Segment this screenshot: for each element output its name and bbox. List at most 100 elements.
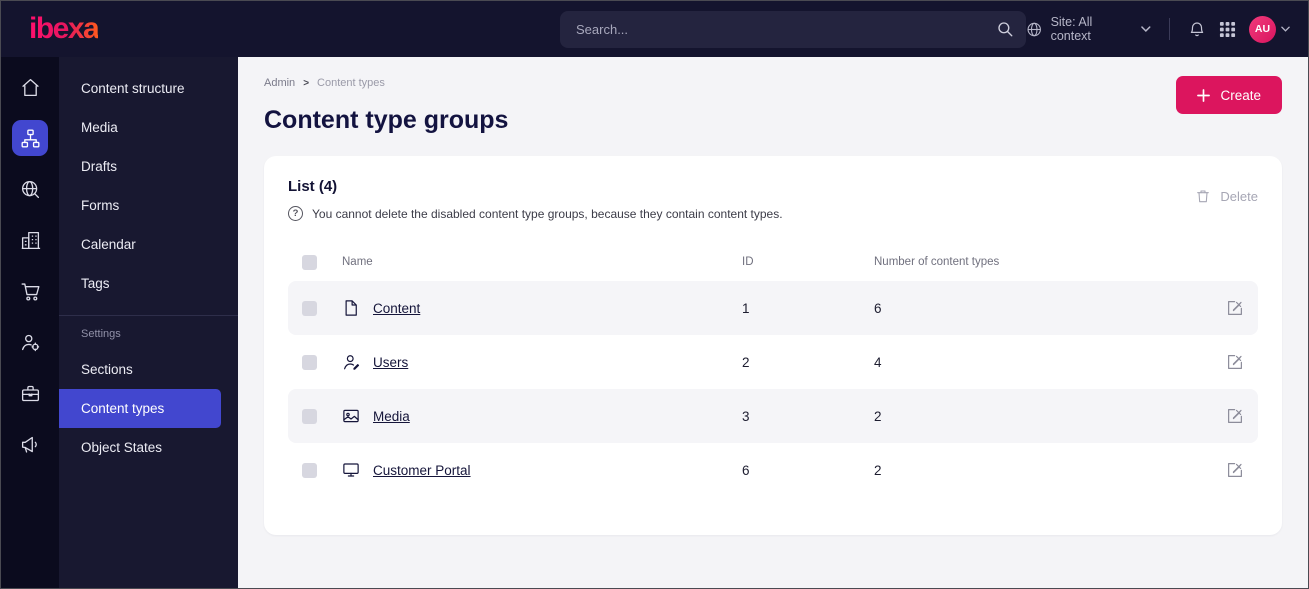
- delete-button[interactable]: Delete: [1195, 188, 1258, 204]
- group-link[interactable]: Users: [373, 355, 408, 370]
- monitor-icon: [342, 461, 360, 479]
- list-block: List (4) ? You cannot delete the disable…: [288, 178, 783, 221]
- toolbox-icon: [21, 385, 39, 401]
- app-switcher-button[interactable]: [1219, 21, 1236, 38]
- globe-icon: [1027, 22, 1042, 36]
- create-button[interactable]: Create: [1176, 76, 1282, 114]
- site-context-selector[interactable]: Site: All context: [1026, 15, 1151, 43]
- trash-icon: [1197, 190, 1210, 203]
- breadcrumb-admin[interactable]: Admin: [264, 77, 295, 89]
- body: Content structure Media Drafts Forms Cal…: [1, 57, 1308, 588]
- row-checkbox[interactable]: [302, 462, 317, 478]
- notifications-button[interactable]: [1188, 20, 1206, 38]
- ibexa-admin-window: ibexa Site: All context: [0, 0, 1309, 589]
- name-cell: Customer Portal: [342, 461, 742, 479]
- group-count: 6: [874, 300, 882, 316]
- group-link[interactable]: Media: [373, 409, 410, 424]
- page-title: Content type groups: [264, 106, 509, 134]
- ibexa-logo: ibexa: [29, 12, 100, 45]
- content-type-groups-card: List (4) ? You cannot delete the disable…: [264, 156, 1282, 535]
- column-header-id: ID: [742, 256, 754, 268]
- sidebar-item-object-states[interactable]: Object States: [59, 428, 238, 467]
- content-type-groups-table: Name ID Number of content types Content: [288, 243, 1258, 497]
- content-structure-icon: [21, 129, 39, 147]
- row-checkbox[interactable]: [302, 408, 317, 424]
- list-title: List (4): [288, 178, 338, 195]
- rail-workflow[interactable]: [12, 375, 48, 411]
- rail-admin[interactable]: [12, 324, 48, 360]
- topbar: ibexa Site: All context: [1, 1, 1308, 57]
- row-checkbox[interactable]: [302, 354, 317, 370]
- delete-button-label: Delete: [1220, 188, 1258, 204]
- sidebar-item-label: Calendar: [81, 237, 136, 252]
- sidebar-item-media[interactable]: Media: [59, 108, 238, 147]
- sidebar-item-label: Media: [81, 120, 118, 135]
- group-count: 2: [874, 462, 882, 478]
- sidebar-item-tags[interactable]: Tags: [59, 264, 238, 303]
- rail-product-catalog[interactable]: [12, 222, 48, 258]
- chevron-down-icon: [1141, 26, 1151, 32]
- group-id: 6: [742, 462, 750, 478]
- site-context-label: Site: All context: [1050, 15, 1093, 43]
- chevron-down-icon: [1281, 26, 1290, 32]
- edit-icon: [1228, 409, 1242, 423]
- icon-rail: [1, 57, 59, 588]
- search-input[interactable]: [576, 21, 997, 37]
- sidebar-item-label: Forms: [81, 198, 120, 213]
- edit-button[interactable]: [1226, 407, 1244, 425]
- rail-content-structure[interactable]: [12, 120, 48, 156]
- globe-search-icon: [21, 180, 39, 198]
- sidebar-item-label: Object States: [81, 440, 163, 455]
- name-cell: Content: [342, 299, 742, 317]
- image-icon: [342, 407, 360, 425]
- rail-search[interactable]: [12, 171, 48, 207]
- sidebar-item-content-types[interactable]: Content types: [59, 389, 221, 428]
- row-checkbox[interactable]: [302, 300, 317, 316]
- edit-icon: [1228, 463, 1242, 477]
- sidebar-item-calendar[interactable]: Calendar: [59, 225, 238, 264]
- global-search: [560, 10, 1027, 48]
- group-link[interactable]: Customer Portal: [373, 463, 471, 478]
- rail-home[interactable]: [12, 69, 48, 105]
- sidebar-item-drafts[interactable]: Drafts: [59, 147, 238, 186]
- sidebar-item-label: Content structure: [81, 81, 185, 96]
- edit-button[interactable]: [1226, 299, 1244, 317]
- sidebar-item-label: Drafts: [81, 159, 118, 174]
- breadcrumb-separator: >: [303, 77, 310, 89]
- group-count: 2: [874, 408, 882, 424]
- home-icon: [21, 78, 39, 96]
- rail-campaigns[interactable]: [12, 426, 48, 462]
- column-header-count: Number of content types: [874, 256, 1000, 268]
- sidebar-item-label: Tags: [81, 276, 110, 291]
- main-content: Admin > Content types Create Content typ…: [238, 57, 1308, 588]
- group-link[interactable]: Content: [373, 301, 420, 316]
- edit-button[interactable]: [1226, 353, 1244, 371]
- group-count: 4: [874, 354, 882, 370]
- admin-icon: [21, 334, 39, 351]
- sidebar-item-content-structure[interactable]: Content structure: [59, 69, 238, 108]
- table-row: Customer Portal 6 2: [288, 443, 1258, 497]
- edit-icon: [1228, 355, 1242, 369]
- topbar-right-cluster: Site: All context AU: [1026, 15, 1308, 43]
- rail-commerce[interactable]: [12, 273, 48, 309]
- file-icon: [342, 299, 360, 317]
- sidebar-item-sections[interactable]: Sections: [59, 350, 238, 389]
- name-cell: Users: [342, 353, 742, 371]
- user-icon: [342, 353, 360, 371]
- building-icon: [21, 231, 40, 249]
- user-menu[interactable]: AU: [1249, 15, 1290, 43]
- help-icon: ?: [288, 206, 303, 221]
- edit-button[interactable]: [1226, 461, 1244, 479]
- avatar: AU: [1249, 15, 1276, 43]
- group-id: 1: [742, 300, 750, 316]
- group-id: 2: [742, 354, 750, 370]
- sidebar-item-label: Sections: [81, 362, 133, 377]
- table-row: Users 2 4: [288, 335, 1258, 389]
- select-all-checkbox[interactable]: [302, 254, 317, 270]
- cart-icon: [21, 282, 39, 301]
- sidebar-item-forms[interactable]: Forms: [59, 186, 238, 225]
- sidebar-settings-heading: Settings: [81, 328, 121, 340]
- sidebar-divider: [59, 315, 238, 316]
- topbar-divider: [1169, 18, 1170, 40]
- table-row: Media 3 2: [288, 389, 1258, 443]
